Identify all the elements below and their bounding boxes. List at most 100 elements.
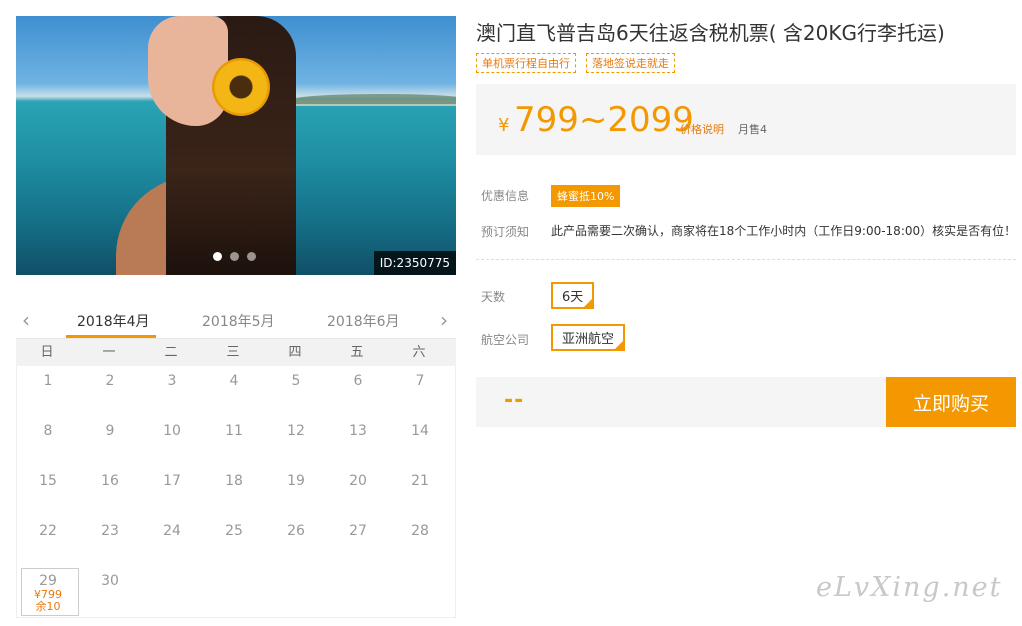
- calendar-day: 24: [141, 516, 203, 566]
- day-number: 7: [415, 373, 425, 389]
- photo-distant-hills: [296, 94, 456, 104]
- departure-calendar: ‹ 2018年4月 2018年5月 2018年6月 › 日 一 二 三 四 五 …: [16, 300, 456, 618]
- next-month-chevron-icon[interactable]: ›: [440, 308, 448, 332]
- calendar-day: 11: [203, 416, 265, 466]
- calendar-day: 21: [389, 466, 451, 516]
- calendar-day: 5: [265, 366, 327, 416]
- calendar-day: 22: [17, 516, 79, 566]
- day-number: 9: [105, 423, 115, 439]
- day-number: 12: [287, 423, 305, 439]
- day-number: 22: [39, 523, 57, 539]
- carousel-dot-2[interactable]: [230, 252, 239, 261]
- product-tags: 单机票行程自由行 落地签说走就走: [476, 53, 675, 73]
- airline-option[interactable]: 亚洲航空: [551, 324, 626, 351]
- day-number: 23: [101, 523, 119, 539]
- calendar-day: 14: [389, 416, 451, 466]
- day-number: 25: [225, 523, 243, 539]
- weekday-label: 六: [412, 345, 426, 360]
- calendar-day: 25: [203, 516, 265, 566]
- calendar-day: 19: [265, 466, 327, 516]
- calendar-day: 12: [265, 416, 327, 466]
- day-number: 11: [225, 423, 243, 439]
- day-number: 14: [411, 423, 429, 439]
- day-number: 10: [163, 423, 181, 439]
- tab-month-3[interactable]: 2018年6月: [327, 311, 400, 331]
- calendar-day: 7: [389, 366, 451, 416]
- calendar-day: 4: [203, 366, 265, 416]
- price-panel: ¥ 799~2099 价格说明 月售4: [476, 84, 1016, 155]
- product-tag: 单机票行程自由行: [476, 53, 576, 73]
- weekday-label: 三: [226, 345, 240, 360]
- day-number: 19: [287, 473, 305, 489]
- tab-month-2[interactable]: 2018年5月: [202, 311, 275, 331]
- day-number: 5: [291, 373, 301, 389]
- calendar-day: 28: [389, 516, 451, 566]
- product-title: 澳门直飞普吉岛6天往返含税机票( 含20KG行李托运): [476, 21, 945, 45]
- carousel-dot-3[interactable]: [247, 252, 256, 261]
- day-number: 18: [225, 473, 243, 489]
- price-note-link[interactable]: 价格说明: [680, 121, 724, 137]
- calendar-day: 23: [79, 516, 141, 566]
- day-number: 2: [105, 373, 115, 389]
- weekday-label: 二: [164, 345, 178, 360]
- airline-label: 航空公司: [481, 333, 530, 347]
- day-number: 4: [229, 373, 239, 389]
- calendar-month-tabs: ‹ 2018年4月 2018年5月 2018年6月 ›: [16, 300, 456, 338]
- day-number: 29: [39, 573, 57, 589]
- calendar-day-available[interactable]: 29 ¥799 余10: [17, 566, 79, 616]
- promo-label: 优惠信息: [481, 189, 530, 203]
- product-id-badge: ID:2350775: [373, 251, 456, 275]
- day-number: 26: [287, 523, 305, 539]
- calendar-day: 15: [17, 466, 79, 516]
- calendar-day: 1: [17, 366, 79, 416]
- day-number: 13: [349, 423, 367, 439]
- purchase-bar: -- 立即购买: [476, 377, 1016, 427]
- booking-notice-text: 此产品需要二次确认，商家将在18个工作小时内（工作日9:00-18:00）核实是…: [551, 224, 1017, 238]
- site-watermark: eLvXing.net: [816, 572, 1003, 603]
- calendar-day: 16: [79, 466, 141, 516]
- carousel-dot-1[interactable]: [213, 252, 222, 261]
- calendar-day: 30: [79, 566, 141, 616]
- total-price: --: [504, 388, 525, 413]
- price-range: 799~2099: [514, 100, 694, 140]
- tab-month-1[interactable]: 2018年4月: [77, 311, 150, 331]
- calendar-day: 27: [327, 516, 389, 566]
- weekday-label: 一: [102, 345, 116, 360]
- calendar-day: 2: [79, 366, 141, 416]
- prev-month-chevron-icon[interactable]: ‹: [22, 308, 30, 332]
- day-number: 1: [43, 373, 53, 389]
- calendar-day: 17: [141, 466, 203, 516]
- calendar-day: 3: [141, 366, 203, 416]
- weekday-label: 四: [288, 345, 302, 360]
- calendar-day: 8: [17, 416, 79, 466]
- calendar-day: 10: [141, 416, 203, 466]
- day-number: 16: [101, 473, 119, 489]
- calendar-day: 18: [203, 466, 265, 516]
- product-photo-carousel[interactable]: ID:2350775: [16, 16, 456, 275]
- weekday-label: 五: [350, 345, 364, 360]
- calendar-day: 20: [327, 466, 389, 516]
- day-number: 24: [163, 523, 181, 539]
- promo-badge: 蜂蜜抵10%: [551, 185, 621, 207]
- day-number: 28: [411, 523, 429, 539]
- monthly-sales: 月售4: [738, 123, 767, 136]
- product-tag: 落地签说走就走: [586, 53, 675, 73]
- day-number: 27: [349, 523, 367, 539]
- day-number: 15: [39, 473, 57, 489]
- calendar-day: 13: [327, 416, 389, 466]
- days-label: 天数: [481, 290, 506, 304]
- days-option-6[interactable]: 6天: [551, 282, 595, 309]
- day-stock: 余10: [35, 600, 61, 613]
- calendar-day-grid: 1 2 3 4 5 6 7 8 9 10 11 12 13 14 15 16 17 18 19 20 21 22 23 24 2…: [16, 366, 456, 618]
- calendar-day: 9: [79, 416, 141, 466]
- day-number: 6: [353, 373, 363, 389]
- day-number: 21: [411, 473, 429, 489]
- sunflower-decoration: [212, 58, 270, 116]
- currency-symbol: ¥: [498, 115, 510, 136]
- buy-now-button[interactable]: 立即购买: [886, 377, 1016, 427]
- active-month-indicator: [66, 335, 156, 338]
- calendar-weekday-header: 日 一 二 三 四 五 六: [16, 338, 456, 366]
- calendar-day: 26: [265, 516, 327, 566]
- calendar-day: 6: [327, 366, 389, 416]
- carousel-indicators: [213, 252, 256, 261]
